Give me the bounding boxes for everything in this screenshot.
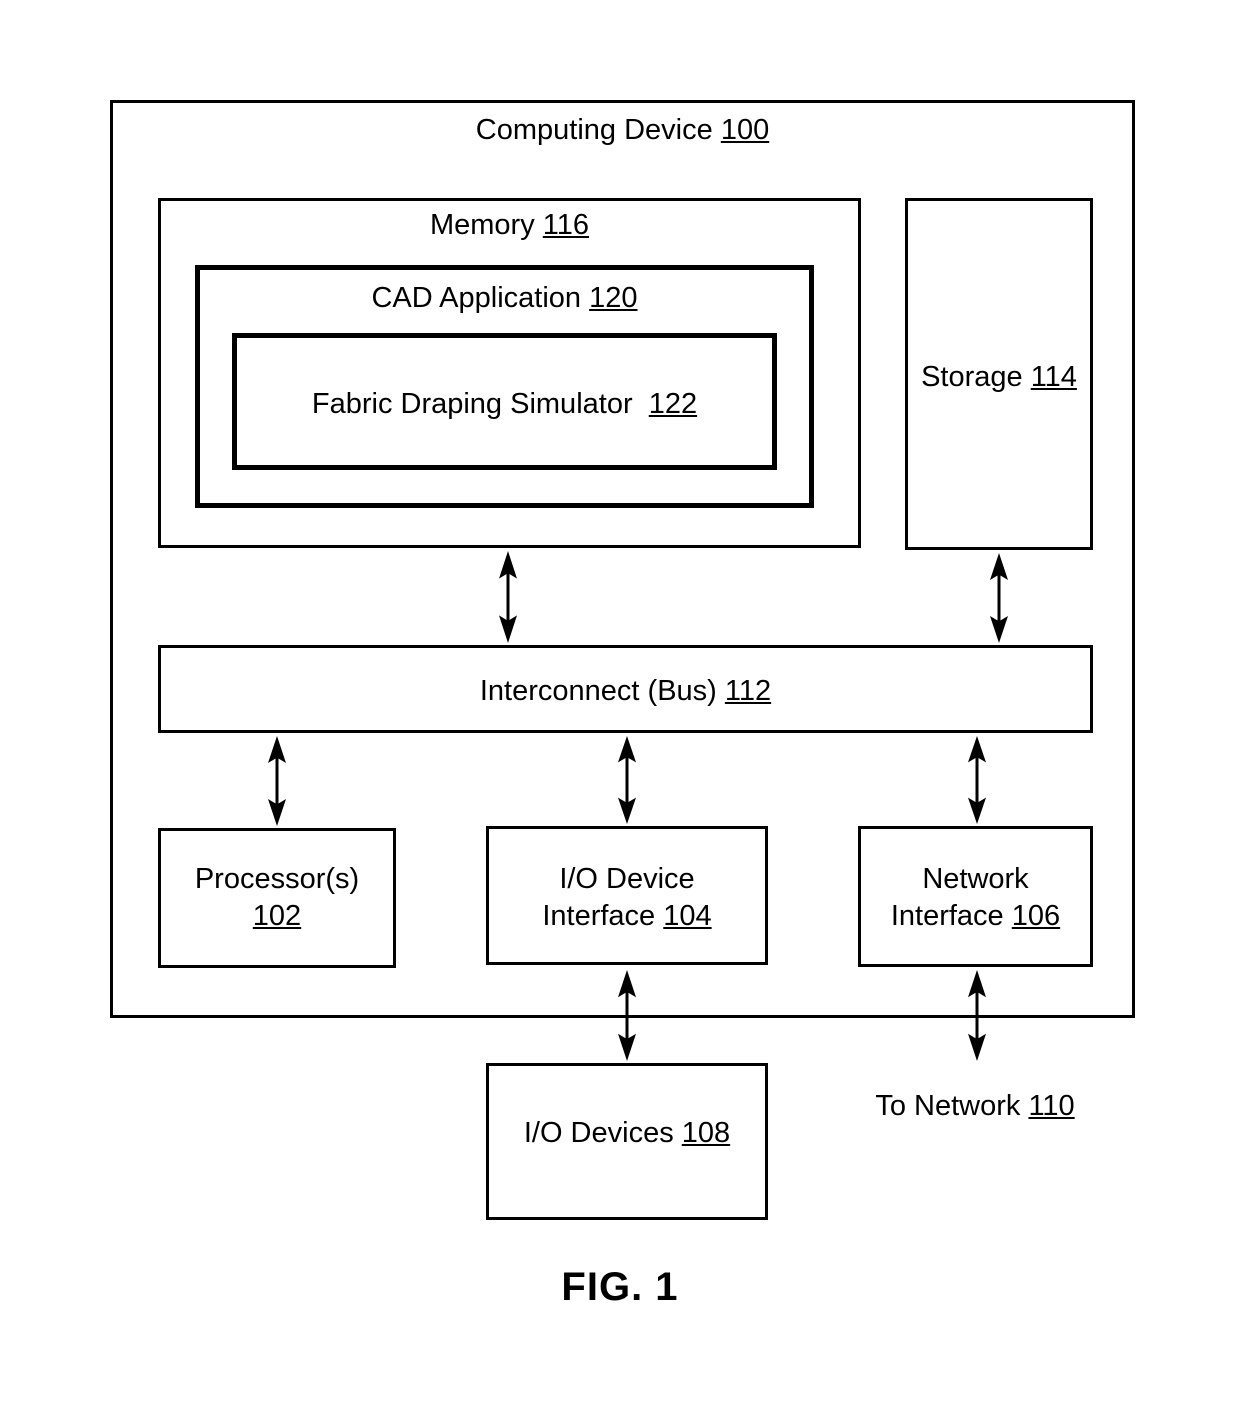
computing-device-ref: 100 [720, 114, 770, 146]
io-device-interface-label-line2: Interface [542, 900, 656, 933]
io-device-interface-label: I/O Device Interface 104 [486, 861, 768, 935]
interconnect-bus-ref: 112 [724, 675, 772, 707]
network-interface-label-line2: Interface [890, 900, 1004, 933]
figure-1-block-diagram: Computing Device 100 Memory 116 CAD Appl… [0, 0, 1240, 1403]
io-device-interface-ref: 104 [663, 900, 712, 933]
memory-label-text: Memory [429, 209, 535, 241]
to-network-label: To Network 110 [830, 1088, 1120, 1125]
double-arrow-icon-io-device-interface-to-io-devices [614, 970, 640, 1061]
to-network-ref: 110 [1028, 1090, 1075, 1122]
processor-label: Processor(s) 102 [158, 861, 396, 935]
storage-label-text: Storage [921, 361, 1023, 393]
to-network-label-text: To Network [875, 1090, 1021, 1122]
fabric-draping-simulator-label-text: Fabric Draping Simulator [311, 388, 641, 420]
io-devices-label-text: I/O Devices [523, 1117, 674, 1149]
memory-ref: 116 [542, 209, 590, 241]
storage-label: Storage 114 [905, 359, 1093, 396]
network-interface-ref: 106 [1011, 900, 1061, 933]
network-interface-label: Network Interface 106 [858, 861, 1093, 935]
cad-application-ref: 120 [589, 282, 638, 314]
double-arrow-icon-bus-to-network-interface [964, 736, 990, 824]
double-arrow-icon-storage-to-bus [986, 553, 1012, 643]
fabric-draping-simulator-ref: 122 [648, 388, 698, 420]
double-arrow-icon-network-interface-to-network [964, 970, 990, 1061]
cad-application-label: CAD Application 120 [195, 280, 814, 317]
fabric-draping-simulator-label: Fabric Draping Simulator 122 [232, 386, 777, 423]
processor-ref: 102 [252, 900, 302, 933]
double-arrow-icon-bus-to-io-device-interface [614, 736, 640, 824]
double-arrow-icon-bus-to-processor [264, 736, 290, 826]
interconnect-bus-label: Interconnect (Bus) 112 [158, 673, 1093, 710]
double-arrow-icon-memory-to-bus [495, 551, 521, 643]
storage-ref: 114 [1030, 361, 1077, 393]
processor-label-text: Processor(s) [194, 863, 360, 895]
io-devices-ref: 108 [681, 1117, 731, 1149]
cad-application-label-text: CAD Application [371, 282, 582, 314]
figure-caption: FIG. 1 [561, 1265, 679, 1309]
network-interface-label-line1: Network [922, 863, 1029, 895]
computing-device-label-text: Computing Device [475, 114, 713, 146]
memory-label: Memory 116 [158, 207, 861, 244]
computing-device-label: Computing Device 100 [110, 112, 1135, 149]
io-devices-label: I/O Devices 108 [486, 1115, 768, 1152]
interconnect-bus-label-text: Interconnect (Bus) [479, 675, 717, 707]
io-device-interface-label-line1: I/O Device [559, 863, 695, 895]
